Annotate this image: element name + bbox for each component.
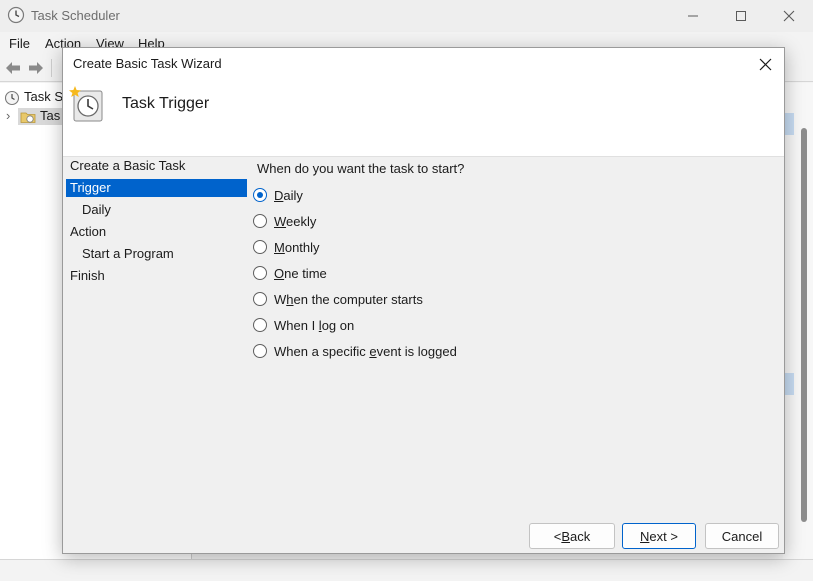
- radio-button[interactable]: [253, 266, 267, 280]
- label-text: en the computer starts: [293, 291, 423, 307]
- label-text: og on: [321, 317, 355, 333]
- next-button[interactable]: Next >: [622, 523, 696, 549]
- step-action: Action: [70, 224, 107, 239]
- minimize-button[interactable]: [670, 0, 716, 32]
- folder-clock-icon: [20, 112, 36, 123]
- radio-button[interactable]: [253, 318, 267, 332]
- radio-one-time-label: One time: [274, 266, 327, 281]
- access-key: D: [274, 187, 284, 203]
- radio-daily-label: Daily: [274, 188, 303, 203]
- label-text: eekly: [286, 213, 317, 229]
- close-window-button[interactable]: [766, 0, 812, 32]
- maximize-icon: [736, 11, 746, 21]
- radio-one-time[interactable]: One time: [253, 264, 327, 282]
- close-icon: [759, 58, 771, 70]
- label-text: aily: [283, 187, 303, 203]
- access-key: M: [274, 239, 285, 255]
- tree-item-library-label: Tas: [40, 108, 61, 123]
- tree-item-library-selected: Tas: [18, 108, 63, 125]
- label-text: When I: [274, 317, 319, 333]
- back-arrow-icon[interactable]: [4, 59, 22, 77]
- radio-event-logged-label: When a specific event is logged: [274, 344, 457, 359]
- label-text: ne time: [284, 265, 327, 281]
- close-icon: [783, 10, 795, 22]
- step-trigger: Trigger: [66, 179, 247, 197]
- dialog-close-button[interactable]: [749, 51, 781, 77]
- clock-icon: [7, 6, 25, 24]
- forward-arrow-icon[interactable]: [27, 59, 45, 77]
- task-clock-icon: [69, 86, 103, 122]
- radio-computer-starts[interactable]: When the computer starts: [253, 290, 423, 308]
- status-bar: [0, 559, 813, 581]
- tree-item-library[interactable]: › Tas: [6, 108, 63, 125]
- access-key: e: [369, 343, 377, 359]
- label-text: <: [553, 528, 562, 544]
- access-key: N: [640, 528, 650, 544]
- maximize-button[interactable]: [718, 0, 764, 32]
- dialog-title: Create Basic Task Wizard: [73, 56, 222, 71]
- radio-monthly[interactable]: Monthly: [253, 238, 320, 256]
- step-start-a-program: Start a Program: [82, 246, 174, 261]
- title-bar: Task Scheduler: [0, 0, 813, 32]
- dialog-title-bar: Create Basic Task Wizard: [63, 48, 784, 79]
- menu-file[interactable]: File: [9, 36, 30, 51]
- radio-daily[interactable]: Daily: [253, 186, 303, 204]
- radio-button[interactable]: [253, 240, 267, 254]
- step-finish: Finish: [70, 268, 105, 283]
- actions-pane: [783, 83, 813, 559]
- chevron-right-icon[interactable]: ›: [6, 108, 18, 123]
- label-text: ext >: [649, 528, 678, 544]
- page-title: Task Trigger: [122, 95, 210, 112]
- radio-button-selected[interactable]: [253, 188, 267, 202]
- toolbar-separator: [51, 59, 52, 77]
- step-daily: Daily: [82, 202, 111, 217]
- back-button[interactable]: < Back: [529, 523, 615, 549]
- radio-event-logged[interactable]: When a specific event is logged: [253, 342, 457, 360]
- app-title: Task Scheduler: [31, 8, 120, 23]
- step-create-basic-task: Create a Basic Task: [70, 158, 186, 173]
- label-text: ack: [570, 528, 591, 544]
- radio-weekly[interactable]: Weekly: [253, 212, 316, 230]
- radio-button[interactable]: [253, 292, 267, 306]
- radio-log-on-label: When I log on: [274, 318, 354, 333]
- radio-button[interactable]: [253, 214, 267, 228]
- radio-monthly-label: Monthly: [274, 240, 320, 255]
- radio-computer-starts-label: When the computer starts: [274, 292, 423, 307]
- clock-icon: [4, 90, 20, 105]
- access-key: h: [286, 291, 294, 307]
- radio-weekly-label: Weekly: [274, 214, 316, 229]
- access-key: B: [561, 528, 571, 544]
- label-text: onthly: [284, 239, 320, 255]
- radio-button[interactable]: [253, 344, 267, 358]
- create-basic-task-wizard: Create Basic Task Wizard Task Trigger Cr…: [62, 47, 785, 554]
- minimize-icon: [688, 15, 698, 17]
- access-key: W: [274, 213, 287, 229]
- wizard-header: Task Trigger: [63, 79, 784, 157]
- trigger-question: When do you want the task to start?: [257, 161, 465, 176]
- access-key: O: [274, 265, 285, 281]
- label-text: When a specific: [274, 343, 370, 359]
- tree-item-root[interactable]: Task Sc: [4, 89, 70, 106]
- label-text: vent is logged: [376, 343, 457, 359]
- label-text: W: [274, 291, 287, 307]
- radio-log-on[interactable]: When I log on: [253, 316, 354, 334]
- cancel-button[interactable]: Cancel: [705, 523, 779, 549]
- scrollbar[interactable]: [801, 128, 807, 522]
